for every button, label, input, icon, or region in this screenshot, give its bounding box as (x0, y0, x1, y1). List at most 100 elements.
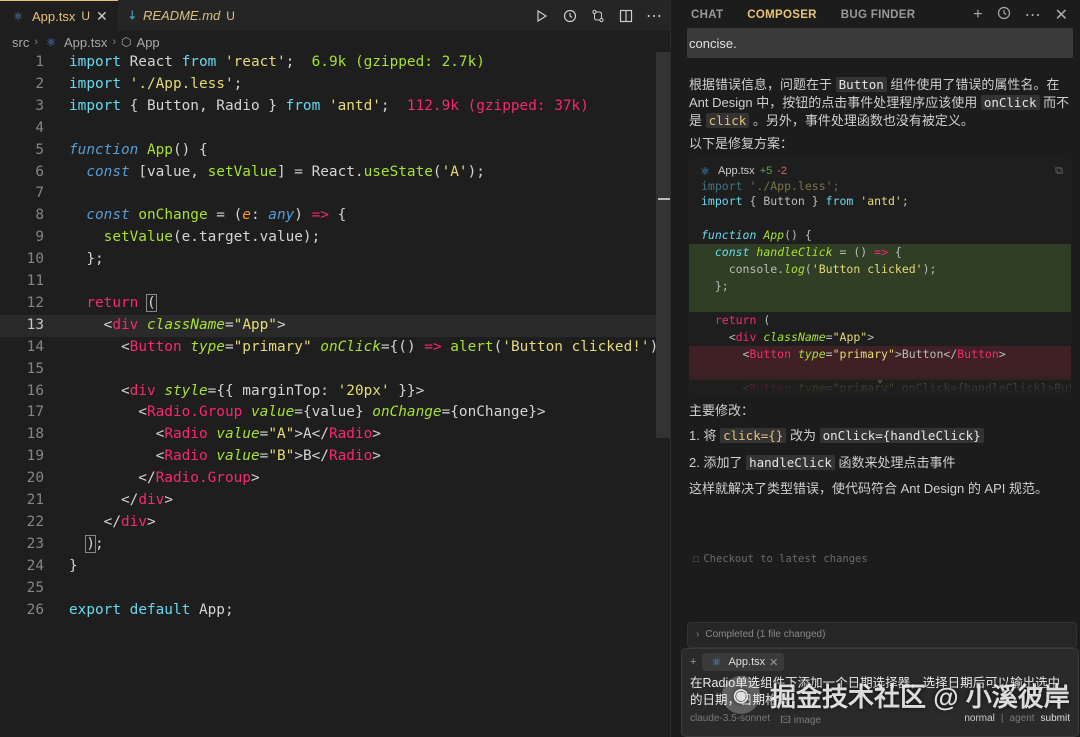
breadcrumb: src › ⚛ App.tsx › ⬡ App (0, 31, 670, 53)
divider: | (1000, 713, 1004, 724)
image-icon: 🖾 (780, 715, 791, 726)
mode-agent[interactable]: agent (1010, 713, 1035, 730)
change-item-2: 2. 添加了 handleClick 函数来处理点击事件 (689, 454, 1071, 472)
tab-bug-finder[interactable]: BUG FINDER (841, 0, 916, 30)
previous-message: concise. (687, 28, 1073, 58)
run-icon[interactable] (534, 8, 550, 24)
tab-label: README.md (142, 8, 221, 23)
explanation-paragraph: 根据错误信息，问题在于 Button 组件使用了错误的属性名。在 Ant Des… (689, 76, 1071, 130)
line-number: 15 (26, 360, 44, 377)
submit-button[interactable]: submit (1041, 713, 1070, 730)
line-number: 24 (26, 557, 44, 574)
text: 2. 添加了 (689, 455, 743, 470)
code-line: 1 import React from 'react'; 6.9k (gzippe… (0, 52, 670, 74)
copy-icon[interactable]: ⧉ (1055, 165, 1063, 178)
tab-app-tsx[interactable]: ⚛ App.tsx U ✕ (0, 0, 118, 31)
chevron-down-icon[interactable]: ⌄ (877, 374, 883, 385)
plus-icon[interactable]: + (973, 6, 982, 24)
line-number: 5 (35, 141, 44, 158)
diff-line-added: }; (689, 278, 1071, 295)
line-number: 26 (26, 601, 44, 618)
react-file-icon: ⚛ (700, 165, 710, 178)
code-line: 20 </Radio.Group> (0, 468, 670, 490)
line-number: 20 (26, 470, 44, 487)
line-number: 12 (26, 294, 44, 311)
tab-readme-md[interactable]: ⇣ README.md U (118, 0, 245, 31)
code-line: 19 <Radio value="B">B</Radio> (0, 446, 670, 468)
tab-composer[interactable]: COMPOSER (747, 0, 817, 30)
model-selector[interactable]: claude-3.5-sonnet (690, 713, 770, 730)
breadcrumb-item[interactable]: App (137, 35, 160, 50)
more-icon[interactable]: ⋯ (646, 8, 662, 25)
more-icon[interactable]: ⋯ (1025, 5, 1041, 25)
panel-actions: + ⋯ ✕ (973, 0, 1068, 30)
watermark-logo-icon: ◉ (722, 676, 760, 714)
untracked-badge: U (226, 8, 235, 23)
breadcrumb-item[interactable]: src (12, 35, 29, 50)
react-file-icon: ⚛ (711, 656, 722, 669)
mode-normal[interactable]: normal (964, 713, 995, 730)
scrollbar-cursor-marker (658, 198, 670, 200)
image-button[interactable]: 🖾 image (780, 713, 821, 730)
diff-line: return ( (714, 313, 771, 327)
line-number: 3 (35, 97, 44, 114)
input-footer: claude-3.5-sonnet 🖾 image normal | agent… (690, 713, 1070, 730)
code-line: 25 (0, 578, 670, 600)
split-editor-icon[interactable] (618, 8, 634, 24)
import-size-react: 6.9k (gzipped: 2.7k) (311, 54, 485, 70)
history-icon[interactable] (997, 6, 1011, 25)
plus-icon[interactable]: + (690, 656, 696, 668)
code-area[interactable]: 1 import React from 'react'; 6.9k (gzippe… (0, 52, 685, 737)
code-line: 22 </div> (0, 512, 670, 534)
code-line: 4 (0, 118, 670, 140)
diff-line-removed: <Button type="primary">Button</Button> (689, 346, 1071, 363)
code-line: 3 import { Button, Radio } from 'antd'; 1… (0, 96, 670, 118)
code-line: 18 <Radio value="A">A</Radio> (0, 424, 670, 446)
inline-code: onClick={handleClick} (819, 428, 984, 443)
import-size-antd: 112.9k (gzipped: 37k) (406, 97, 589, 114)
tab-chat[interactable]: CHAT (691, 0, 723, 30)
line-number: 6 (35, 163, 44, 180)
inline-code: onClick (980, 95, 1040, 110)
chip-label: App.tsx (728, 656, 766, 668)
text: 。另外，事件处理函数也没有被定义。 (752, 113, 974, 128)
close-icon[interactable]: ✕ (96, 8, 108, 25)
diff-preview[interactable]: ⚛ App.tsx +5 -2 ⧉ import './App.less'; i… (689, 158, 1071, 394)
checkbox-icon: ☐ (693, 553, 700, 565)
scrollbar[interactable] (656, 52, 670, 438)
diff-removed-count: -2 (777, 165, 788, 177)
symbol-icon: ⬡ (121, 35, 132, 49)
context-chip[interactable]: ⚛ App.tsx ✕ (702, 653, 785, 671)
line-number: 19 (26, 448, 44, 465)
completed-banner[interactable]: › Completed (1 file changed) (687, 622, 1077, 648)
breadcrumb-item[interactable]: App.tsx (64, 35, 107, 50)
code-line: 14 <Button type="primary" onClick={() =>… (0, 337, 685, 359)
line-number: 13 (26, 316, 44, 333)
watermark-text: 掘金技术社区 @ 小溪彼岸 (770, 681, 1070, 712)
source-control-icon[interactable] (590, 8, 606, 24)
code-line: 10 }; (0, 249, 670, 271)
line-number: 7 (35, 185, 44, 202)
code-line: 9 setValue(e.target.value); (0, 227, 670, 249)
checkout-link[interactable]: ☐ Checkout to latest changes (693, 553, 868, 565)
diff-file-name: App.tsx (718, 165, 755, 177)
close-icon[interactable]: ✕ (1055, 5, 1068, 25)
fix-intro: 以下是修复方案： (689, 136, 794, 151)
inline-code: handleClick (746, 455, 835, 470)
editor-tab-bar: ⚛ App.tsx U ✕ ⇣ README.md U ⋯ (0, 0, 670, 31)
code-line-current: 13 <div className="App"> (0, 314, 670, 337)
line-number: 21 (26, 492, 44, 508)
line-number: 23 (26, 535, 44, 552)
code-line: 12 return ( (0, 293, 670, 315)
code-line: 24} (0, 556, 670, 578)
line-number: 11 (26, 273, 44, 289)
line-number: 9 (35, 229, 44, 246)
history-icon[interactable] (562, 8, 578, 24)
line-number: 1 (35, 54, 44, 70)
code-line: 11 (0, 271, 670, 293)
diff-line (689, 210, 1071, 227)
close-icon[interactable]: ✕ (769, 656, 778, 669)
context-row: + ⚛ App.tsx ✕ (690, 653, 785, 671)
code-line: 21 </div> (0, 490, 670, 512)
line-number: 4 (35, 119, 44, 136)
